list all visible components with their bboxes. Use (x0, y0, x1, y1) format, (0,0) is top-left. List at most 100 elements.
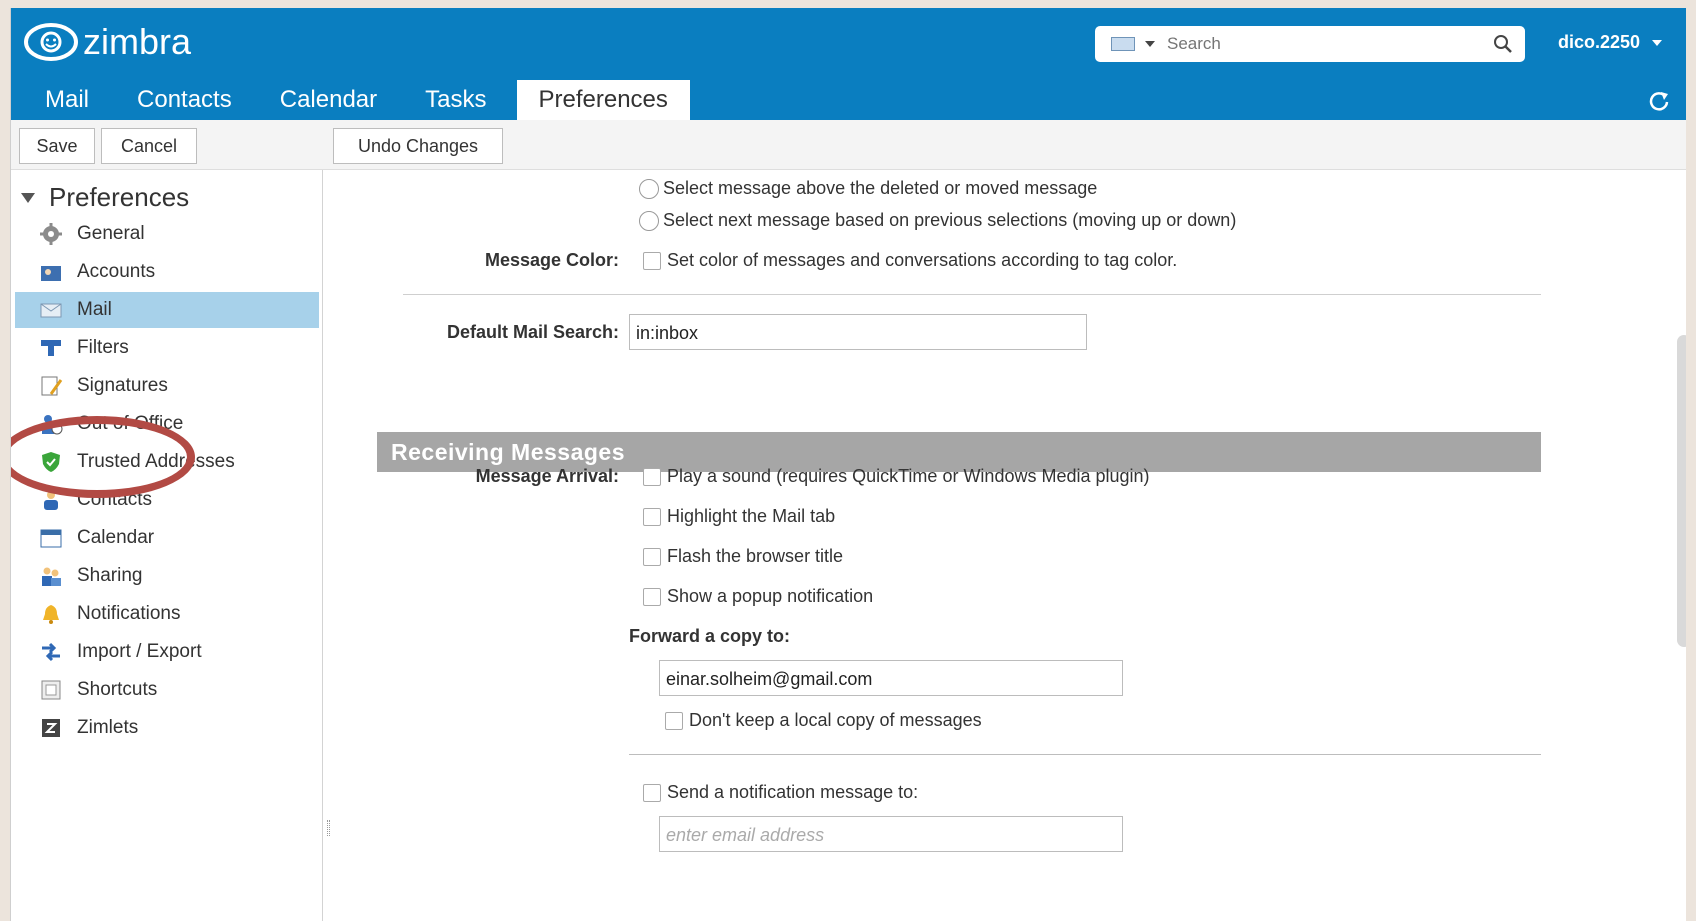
chevron-down-icon[interactable] (1145, 41, 1155, 47)
sidebar-item-label: Calendar (77, 527, 155, 548)
checkbox[interactable] (643, 783, 661, 802)
search-input[interactable] (1167, 34, 1487, 54)
header: zimbra dico.2250 Mail Contacts Calendar … (11, 8, 1686, 120)
brand-name: zimbra (83, 21, 192, 62)
chevron-down-icon (1652, 39, 1663, 46)
tab-contacts[interactable]: Contacts (113, 80, 256, 120)
expand-triangle-icon[interactable] (21, 192, 35, 203)
sidebar-item-label: Sharing (77, 565, 143, 586)
app-window: zimbra dico.2250 Mail Contacts Calendar … (10, 8, 1686, 921)
sidebar-item-label: Shortcuts (77, 679, 158, 700)
save-button[interactable]: Save (19, 128, 95, 164)
sidebar-item-contacts[interactable]: Contacts (15, 482, 319, 518)
option-popup-notification[interactable]: Show a popup notification (643, 586, 873, 607)
shield-icon (42, 452, 60, 472)
checkbox[interactable] (643, 587, 661, 606)
sidebar-resize-handle[interactable] (327, 820, 330, 836)
tab-preferences[interactable]: Preferences (516, 80, 690, 120)
checkbox[interactable] (665, 711, 683, 730)
forward-copy-label: Forward a copy to: (629, 626, 791, 646)
checkbox-label: Show a popup notification (667, 586, 874, 606)
sidebar-item-label: Out of Office (77, 413, 184, 434)
default-search-input[interactable]: in:inbox (629, 314, 1087, 350)
sidebar-item-label: Notifications (77, 603, 181, 624)
option-play-sound[interactable]: Play a sound (requires QuickTime or Wind… (643, 466, 1150, 487)
sidebar-item-label: Trusted Addresses (77, 451, 235, 472)
sidebar-item-label: Accounts (77, 261, 156, 282)
preferences-content: Select message above the deleted or move… (333, 170, 1686, 921)
message-arrival-label: Message Arrival: (475, 466, 619, 486)
default-search-label: Default Mail Search: (446, 322, 619, 342)
out-of-office-icon (42, 415, 63, 435)
tab-tasks[interactable]: Tasks (401, 80, 510, 120)
mail-icon (40, 303, 62, 318)
user-name: dico.2250 (1558, 32, 1641, 52)
zimbra-logo[interactable]: zimbra (23, 20, 191, 64)
checkbox-label: Don't keep a local copy of messages (689, 710, 982, 730)
preferences-tree-header[interactable]: Preferences (21, 182, 189, 213)
checkbox[interactable] (643, 251, 661, 270)
sidebar-item-trusted-addresses[interactable]: Trusted Addresses (15, 444, 319, 480)
search-box[interactable] (1095, 26, 1525, 62)
checkbox[interactable] (643, 547, 661, 566)
notification-email-input[interactable]: enter email address (659, 816, 1123, 852)
sidebar-item-filters[interactable]: Filters (15, 330, 319, 366)
sidebar-item-notifications[interactable]: Notifications (15, 596, 319, 632)
tab-mail[interactable]: Mail (11, 80, 113, 120)
filters-icon (41, 340, 61, 356)
option-highlight-mail-tab[interactable]: Highlight the Mail tab (643, 506, 835, 527)
checkbox-label: Flash the browser title (667, 546, 844, 566)
user-menu[interactable]: dico.2250 (1558, 32, 1663, 53)
radio-label: Select next message based on previous se… (663, 210, 1237, 230)
option-flash-title[interactable]: Flash the browser title (643, 546, 843, 567)
option-send-notification[interactable]: Send a notification message to: (643, 782, 918, 803)
sidebar-item-label: Signatures (77, 375, 168, 396)
signature-icon (41, 376, 63, 396)
radio-button[interactable] (639, 210, 659, 231)
sidebar-item-signatures[interactable]: Signatures (15, 368, 319, 404)
sidebar-item-accounts[interactable]: Accounts (15, 254, 319, 290)
search-icon[interactable] (1493, 34, 1513, 54)
radio-button[interactable] (639, 178, 659, 199)
radio-label: Select message above the deleted or move… (663, 178, 1098, 198)
forward-email-input[interactable]: einar.solheim@gmail.com (659, 660, 1123, 696)
sidebar-item-calendar[interactable]: Calendar (15, 520, 319, 556)
checkbox-label: Set color of messages and conversations … (667, 250, 1178, 270)
refresh-icon[interactable] (1648, 90, 1670, 112)
checkbox[interactable] (643, 507, 661, 526)
scrollbar-thumb[interactable] (1677, 335, 1686, 647)
sidebar-item-label: Import / Export (77, 641, 202, 662)
sidebar-item-sharing[interactable]: Sharing (15, 558, 319, 594)
search-type-mail-icon[interactable] (1111, 37, 1135, 51)
calendar-icon (40, 529, 62, 548)
gear-icon (40, 223, 62, 245)
checkbox-label: Play a sound (requires QuickTime or Wind… (667, 466, 1150, 486)
sidebar-item-label: Mail (77, 299, 112, 320)
sidebar-item-shortcuts[interactable]: Shortcuts (15, 672, 319, 708)
sidebar-item-mail[interactable]: Mail (15, 292, 319, 328)
checkbox-label: Highlight the Mail tab (667, 506, 836, 526)
bell-icon (43, 605, 59, 624)
preferences-sidebar: Preferences General Accounts Mail Filter… (11, 170, 330, 921)
sharing-icon (42, 567, 61, 586)
sidebar-item-out-of-office[interactable]: Out of Office (15, 406, 319, 442)
sidebar-item-general[interactable]: General (15, 216, 319, 252)
message-color-label: Message Color: (484, 250, 619, 270)
message-color-option[interactable]: Set color of messages and conversations … (643, 250, 1177, 271)
radio-select-next[interactable]: Select next message based on previous se… (639, 210, 1236, 231)
sidebar-item-label: Contacts (77, 489, 152, 510)
divider (403, 294, 1541, 295)
option-dont-keep-copy[interactable]: Don't keep a local copy of messages (665, 710, 982, 731)
radio-select-above[interactable]: Select message above the deleted or move… (639, 178, 1097, 199)
checkbox[interactable] (643, 467, 661, 486)
keyboard-icon (41, 680, 61, 700)
sidebar-item-import-export[interactable]: Import / Export (15, 634, 319, 670)
divider (629, 754, 1541, 755)
cancel-button[interactable]: Cancel (101, 128, 197, 164)
undo-changes-button[interactable]: Undo Changes (333, 128, 503, 164)
tab-calendar[interactable]: Calendar (256, 80, 401, 120)
sidebar-item-zimlets[interactable]: Zimlets (15, 710, 319, 746)
zimlets-icon (42, 719, 60, 737)
zimbra-logo-icon (24, 23, 78, 61)
app-tabs: Mail Contacts Calendar Tasks Preferences (11, 80, 690, 120)
